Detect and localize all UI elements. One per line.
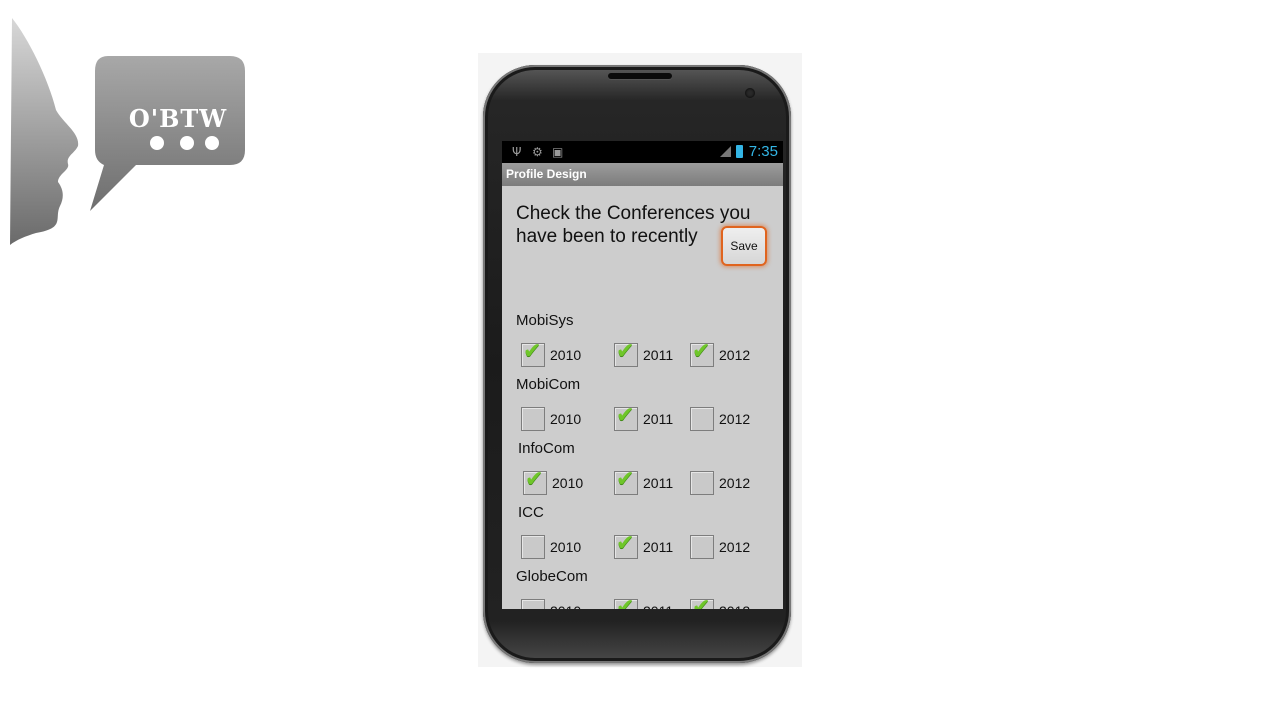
conference-label: GlobeCom <box>516 568 588 585</box>
status-bar: Ψ ⚙ ▣ 7:35 <box>502 141 783 163</box>
year-checkbox-icc-2010[interactable]: ✔2010 <box>520 534 581 560</box>
conference-label: InfoCom <box>518 440 575 457</box>
conference-year-row: ✔ 2010 ✔ 2011 ✔2012 <box>502 467 783 496</box>
year-checkbox-mobisys-2011[interactable]: ✔ 2011 <box>613 339 673 368</box>
year-checkbox-icc-2012[interactable]: ✔2012 <box>689 534 750 560</box>
action-bar: Profile Design <box>502 163 783 186</box>
conference-label: MobiSys <box>516 312 574 329</box>
android-debug-icon: ⚙ <box>532 145 543 159</box>
checkbox-box[interactable] <box>521 407 545 431</box>
checkmark-icon: ✔ <box>616 467 635 492</box>
phone-speaker <box>608 73 672 79</box>
year-label: 2010 <box>550 603 581 609</box>
conference-year-row: ✔2010 ✔ 2011 ✔ 2012 <box>502 595 783 609</box>
year-label: 2011 <box>643 475 674 491</box>
year-checkbox-icc-2011[interactable]: ✔ 2011 <box>613 531 673 560</box>
phone-frame: Ψ ⚙ ▣ 7:35 Profile Design Check the Conf… <box>478 53 802 667</box>
signal-icon <box>720 146 731 157</box>
year-label: 2011 <box>643 347 674 363</box>
save-button[interactable]: Save <box>721 226 767 266</box>
checkbox-box[interactable] <box>690 407 714 431</box>
year-checkbox-globecom-2010[interactable]: ✔2010 <box>520 598 581 609</box>
conference-label: ICC <box>518 504 544 521</box>
status-time: 7:35 <box>748 143 778 160</box>
speaking-head-logo <box>10 18 245 245</box>
year-label: 2011 <box>643 539 674 555</box>
checkmark-icon: ✔ <box>616 531 635 556</box>
checkmark-icon: ✔ <box>525 467 544 492</box>
checkmark-icon: ✔ <box>692 339 711 364</box>
year-label: 2011 <box>643 411 674 427</box>
year-checkbox-globecom-2011[interactable]: ✔ 2011 <box>613 595 673 609</box>
phone-body: Ψ ⚙ ▣ 7:35 Profile Design Check the Conf… <box>483 65 791 663</box>
year-label: 2012 <box>719 347 751 363</box>
year-label: 2010 <box>550 347 582 363</box>
year-label: 2010 <box>552 475 584 491</box>
front-camera-icon <box>745 88 755 98</box>
year-label: 2012 <box>719 475 751 491</box>
conference-year-row: ✔2010 ✔ 2011 ✔2012 <box>502 403 783 432</box>
checkmark-icon: ✔ <box>616 403 635 428</box>
year-checkbox-mobicom-2011[interactable]: ✔ 2011 <box>613 403 673 432</box>
year-checkbox-infocom-2010[interactable]: ✔ 2010 <box>522 467 583 496</box>
year-checkbox-globecom-2012[interactable]: ✔ 2012 <box>689 595 750 609</box>
battery-charging-icon <box>736 145 743 158</box>
year-checkbox-infocom-2011[interactable]: ✔ 2011 <box>613 467 673 496</box>
year-label: 2010 <box>550 539 582 555</box>
logo-text: O'BTW <box>128 104 228 133</box>
checkbox-box[interactable] <box>521 535 545 559</box>
conference-label: MobiCom <box>516 376 581 393</box>
year-checkbox-mobicom-2012[interactable]: ✔2012 <box>689 406 750 432</box>
year-label: 2011 <box>643 603 673 609</box>
year-checkbox-mobisys-2012[interactable]: ✔ 2012 <box>689 339 750 368</box>
checkbox-box[interactable] <box>521 599 545 609</box>
year-label: 2012 <box>719 411 751 427</box>
year-checkbox-mobicom-2010[interactable]: ✔2010 <box>520 406 581 432</box>
year-checkbox-infocom-2012[interactable]: ✔2012 <box>689 470 750 496</box>
year-label: 2012 <box>719 603 750 609</box>
app-title: Profile Design <box>506 167 587 181</box>
usb-icon: Ψ <box>512 145 522 159</box>
year-label: 2012 <box>719 539 751 555</box>
checkmark-icon: ✔ <box>616 595 635 609</box>
checkbox-box[interactable] <box>690 471 714 495</box>
checkmark-icon: ✔ <box>616 339 635 364</box>
checkmark-icon: ✔ <box>523 339 542 364</box>
obtw-logo: O'BTW <box>8 18 248 248</box>
app-screen: Ψ ⚙ ▣ 7:35 Profile Design Check the Conf… <box>502 141 783 609</box>
year-checkbox-mobisys-2010[interactable]: ✔ 2010 <box>520 339 581 368</box>
conference-year-row: ✔2010 ✔ 2011 ✔2012 <box>502 531 783 560</box>
checkmark-icon: ✔ <box>692 595 711 609</box>
checkbox-box[interactable] <box>690 535 714 559</box>
conference-year-row: ✔ 2010 ✔ 2011 ✔ 2012 <box>502 339 783 368</box>
year-label: 2010 <box>550 411 582 427</box>
image-notification-icon: ▣ <box>552 145 564 159</box>
